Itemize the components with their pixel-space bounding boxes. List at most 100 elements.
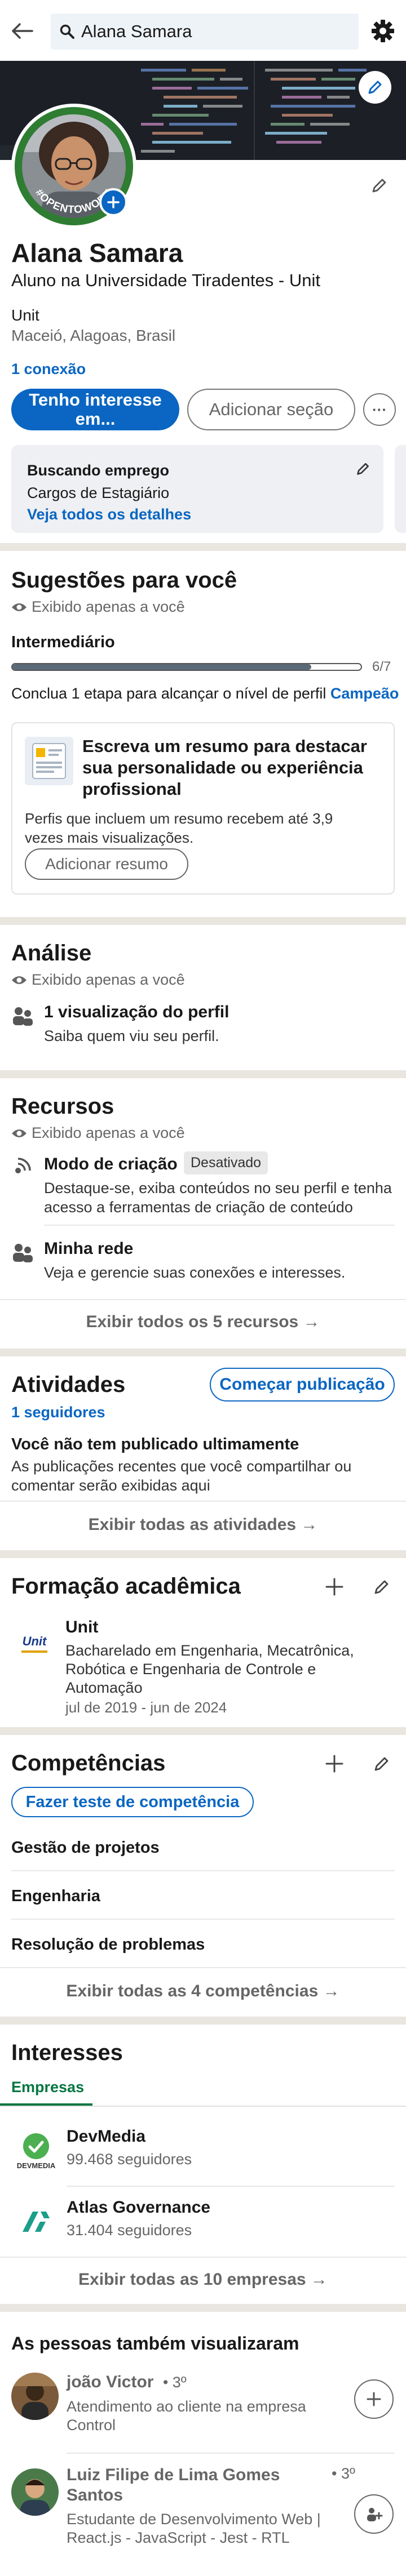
- more-dots-icon: ···: [372, 401, 387, 418]
- open-to-button[interactable]: Tenho interesse em...: [11, 389, 179, 430]
- activity-empty-text: As publicações recentes que você compart…: [11, 1458, 352, 1494]
- add-skill-plus-icon[interactable]: [320, 1750, 348, 1778]
- settings-gear-icon[interactable]: [368, 16, 398, 46]
- people-icon: [11, 1005, 34, 1032]
- skill-item[interactable]: Gestão de projetos: [11, 1839, 160, 1857]
- resources-title: Recursos: [11, 1094, 114, 1119]
- analysis-private-text: Exibido apenas a você: [32, 971, 185, 988]
- eye-icon: [12, 976, 27, 984]
- profile-views-text: Saiba quem viu seu perfil.: [44, 1027, 219, 1044]
- profile-progress-bar: [11, 663, 362, 671]
- private-indicator: Exibido apenas a você: [11, 598, 185, 616]
- devmedia-logo-text: DEVMEDIA: [16, 2161, 56, 2170]
- resources-section: Recursos Exibido apenas a você Modo de c…: [0, 1078, 406, 1349]
- company-item-atlas[interactable]: Atlas Governance 31.404 seguidores: [11, 2195, 395, 2251]
- activity-section: Atividades 1 seguidores Começar publicaç…: [0, 1356, 406, 1550]
- company-followers: 99.468 seguidores: [67, 2151, 192, 2168]
- divider: [0, 2257, 406, 2258]
- skill-assessment-button-label: Fazer teste de competência: [25, 1793, 240, 1811]
- unit-logo-text: Unit: [22, 1634, 47, 1648]
- my-network-item[interactable]: Minha rede Veja e gerencie suas conexões…: [11, 1239, 395, 1290]
- edit-job-pencil-icon[interactable]: [352, 457, 374, 480]
- person-headline: Atendimento ao cliente na empresa Contro…: [67, 2398, 306, 2433]
- devmedia-logo: DEVMEDIA: [11, 2126, 61, 2175]
- job-card-details-link[interactable]: Veja todos os detalhes: [27, 506, 191, 523]
- add-section-button-label: Adicionar seção: [209, 399, 334, 419]
- follow-person-icon[interactable]: [354, 2494, 394, 2534]
- resources-private-indicator: Exibido apenas a você: [11, 1124, 185, 1142]
- skill-item[interactable]: Resolução de problemas: [11, 1936, 205, 1954]
- company-followers: 31.404 seguidores: [67, 2222, 192, 2239]
- skills-title: Competências: [11, 1751, 166, 1776]
- show-all-companies-link[interactable]: Exibir todas as 10 empresas →: [0, 2270, 406, 2289]
- analysis-section: Análise Exibido apenas a você 1 visualiz…: [0, 925, 406, 1070]
- level-cta-link[interactable]: Campeão: [330, 685, 399, 702]
- divider: [11, 1919, 395, 1920]
- education-dates: jul de 2019 - jun de 2024: [65, 1699, 227, 1716]
- person-avatar: [11, 2468, 59, 2516]
- next-card-peek: [395, 445, 406, 533]
- add-education-plus-icon[interactable]: [320, 1573, 348, 1601]
- profile-name: Alana Samara: [11, 238, 183, 268]
- top-bar: Alana Samara: [0, 0, 406, 61]
- edit-intro-pencil-icon[interactable]: [365, 171, 394, 199]
- resources-private-text: Exibido apenas a você: [32, 1124, 185, 1141]
- back-arrow-icon[interactable]: [8, 17, 36, 45]
- person-item[interactable]: joão Victor • 3º Atendimento ao cliente …: [11, 2370, 395, 2444]
- suggestion-card-title: Escreva um resumo para destacar sua pers…: [82, 736, 367, 799]
- profile-views-item[interactable]: 1 visualização do perfil Saiba quem viu …: [11, 1002, 395, 1058]
- divider: [67, 2453, 395, 2454]
- suggestion-card[interactable]: Escreva um resumo para destacar sua pers…: [11, 722, 395, 895]
- skill-item[interactable]: Engenharia: [11, 1887, 100, 1906]
- divider: [11, 1870, 395, 1871]
- resume-illustration-icon: [25, 737, 73, 785]
- progress-fill: [12, 664, 311, 670]
- edit-cover-pencil-icon[interactable]: [359, 71, 391, 104]
- edit-education-pencil-icon[interactable]: [368, 1573, 396, 1601]
- school-name[interactable]: Unit: [65, 1618, 98, 1637]
- job-card-subtitle: Cargos de Estagiário: [27, 484, 170, 501]
- people-also-viewed-title: As pessoas também visualizaram: [11, 2333, 299, 2353]
- company-item-devmedia[interactable]: DEVMEDIA DevMedia 99.468 seguidores: [11, 2124, 395, 2180]
- broadcast-icon: [11, 1155, 34, 1182]
- more-options-button[interactable]: ···: [363, 393, 396, 426]
- education-title: Formação acadêmica: [11, 1574, 241, 1599]
- edit-skills-pencil-icon[interactable]: [368, 1750, 396, 1778]
- profile-views-title: 1 visualização do perfil: [44, 1003, 230, 1021]
- add-summary-button[interactable]: Adicionar resumo: [25, 848, 188, 880]
- connect-plus-icon[interactable]: [354, 2379, 394, 2419]
- eye-icon: [12, 603, 27, 611]
- divider: [67, 2186, 395, 2187]
- creator-mode-item[interactable]: Modo de criação Desativado Destaque-se, …: [11, 1149, 395, 1217]
- add-section-button[interactable]: Adicionar seção: [187, 389, 355, 430]
- analysis-title: Análise: [11, 941, 92, 966]
- show-all-activity-link[interactable]: Exibir todas as atividades →: [0, 1515, 406, 1534]
- search-query: Alana Samara: [81, 21, 192, 41]
- skill-assessment-button[interactable]: Fazer teste de competência: [11, 1787, 254, 1817]
- open-to-work-card[interactable]: Buscando emprego Cargos de Estagiário Ve…: [11, 445, 383, 533]
- show-all-resources-link[interactable]: Exibir todos os 5 recursos →: [0, 1313, 406, 1332]
- profile-page: Alana Samara #OPENTOWO Alana Samara Alun…: [0, 0, 406, 2576]
- suggestions-section: Sugestões para você Exibido apenas a voc…: [0, 551, 406, 917]
- eye-icon: [12, 1129, 27, 1137]
- show-all-skills-link[interactable]: Exibir todas as 4 competências →: [0, 1982, 406, 2001]
- person-headline: Estudante de Desenvolvimento Web | React…: [67, 2511, 321, 2546]
- company-name: DevMedia: [67, 2127, 146, 2146]
- job-card-title: Buscando emprego: [27, 462, 170, 479]
- tab-companies[interactable]: Empresas: [11, 2079, 84, 2096]
- level-cta: Conclua 1 etapa para alcançar o nível de…: [11, 685, 399, 702]
- profile-intro: #OPENTOWORK Alana Samara Aluno na Univer…: [0, 61, 406, 543]
- followers-count[interactable]: 1 seguidores: [11, 1404, 105, 1421]
- person-item[interactable]: Luiz Filipe de Lima Gomes Santos • 3º Es…: [11, 2463, 395, 2575]
- profile-location: Maceió, Alagoas, Brasil: [11, 327, 176, 344]
- person-name: joão Victor: [67, 2373, 154, 2391]
- degree-text: Bacharelado em Engenharia, Mecatrônica, …: [65, 1642, 354, 1696]
- activity-title: Atividades: [11, 1372, 126, 1397]
- connections-link[interactable]: 1 conexão: [11, 361, 86, 378]
- start-post-button[interactable]: Começar publicação: [210, 1368, 395, 1402]
- search-input[interactable]: Alana Samara: [51, 14, 359, 50]
- person-avatar: [11, 2373, 59, 2420]
- divider: [44, 1225, 395, 1226]
- atlas-governance-logo: [11, 2197, 61, 2246]
- add-photo-plus-icon[interactable]: [99, 188, 127, 216]
